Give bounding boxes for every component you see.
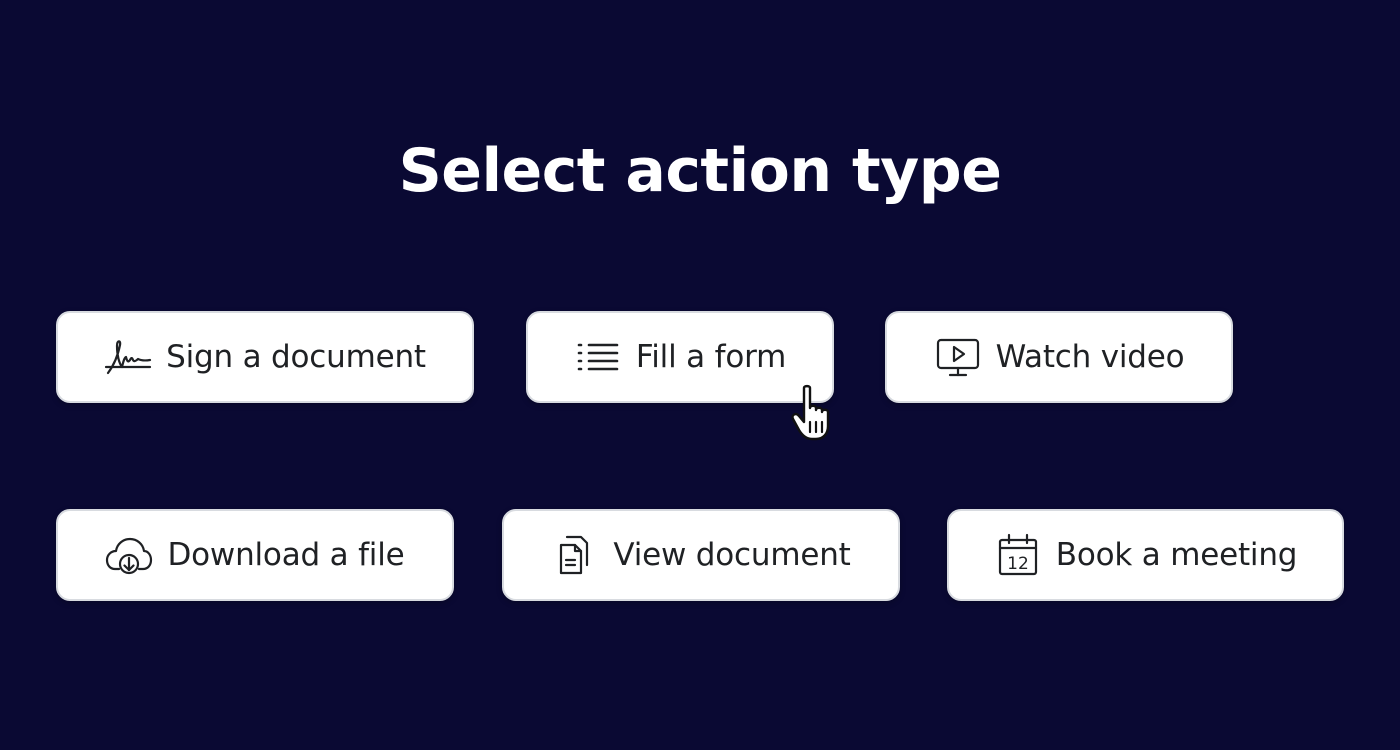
page-title: Select action type — [398, 136, 1002, 206]
list-icon — [574, 333, 622, 381]
cloud-download-icon — [105, 531, 153, 579]
book-meeting-label: Book a meeting — [1055, 537, 1298, 573]
sign-document-label: Sign a document — [166, 339, 426, 375]
fill-form-label: Fill a form — [635, 339, 787, 375]
documents-icon — [551, 531, 599, 579]
calendar-date-text: 12 — [1007, 554, 1029, 574]
video-monitor-icon — [934, 333, 982, 381]
sign-document-button[interactable]: Sign a document — [56, 311, 474, 403]
download-file-button[interactable]: Download a file — [56, 509, 454, 601]
watch-video-label: Watch video — [995, 339, 1185, 375]
view-document-button[interactable]: View document — [502, 509, 900, 601]
fill-form-button[interactable]: Fill a form — [526, 311, 834, 403]
watch-video-button[interactable]: Watch video — [885, 311, 1233, 403]
hand-pointer-cursor-icon — [791, 384, 830, 441]
book-meeting-button[interactable]: 12 Book a meeting — [947, 509, 1344, 601]
view-document-label: View document — [613, 537, 851, 573]
download-file-label: Download a file — [167, 537, 405, 573]
calendar-icon: 12 — [994, 531, 1042, 579]
signature-icon — [104, 333, 152, 381]
